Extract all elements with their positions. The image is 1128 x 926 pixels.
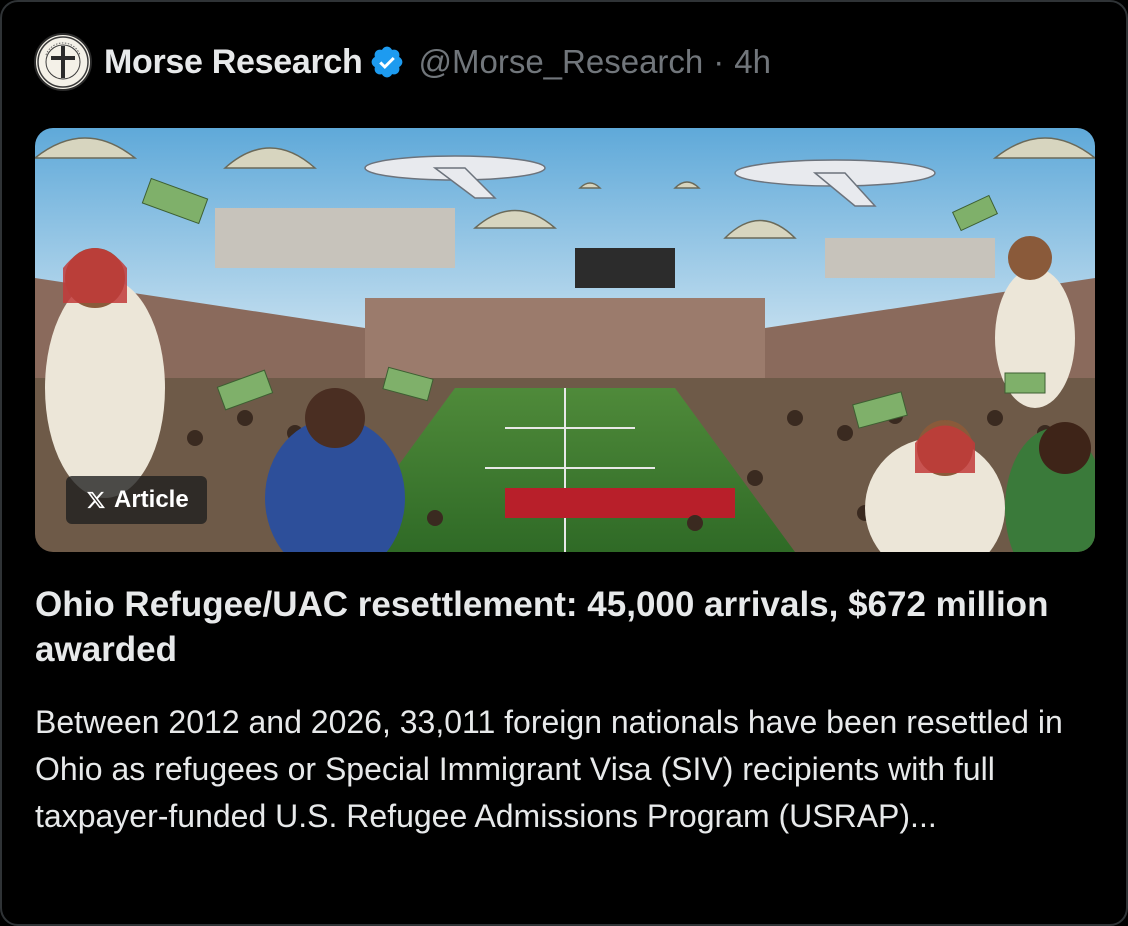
verified-badge-icon xyxy=(371,46,402,78)
article-excerpt[interactable]: Between 2012 and 2026, 33,011 foreign na… xyxy=(35,699,1095,840)
article-title[interactable]: Ohio Refugee/UAC resettlement: 45,000 ar… xyxy=(35,582,1075,672)
avatar[interactable] xyxy=(34,33,92,91)
author-display-name[interactable]: Morse Research xyxy=(104,43,363,82)
x-logo-icon xyxy=(87,491,106,509)
morse-research-logo-icon xyxy=(37,36,89,88)
post-time[interactable]: 4h xyxy=(734,43,771,81)
post-header: Morse Research @Morse_Research · 4h xyxy=(34,32,771,92)
separator-dot: · xyxy=(713,43,725,80)
article-badge-label: Article xyxy=(114,486,189,513)
post-card[interactable]: Morse Research @Morse_Research · 4h Arti… xyxy=(0,0,1128,926)
author-handle[interactable]: @Morse_Research xyxy=(419,43,704,81)
article-badge: Article xyxy=(66,476,207,524)
